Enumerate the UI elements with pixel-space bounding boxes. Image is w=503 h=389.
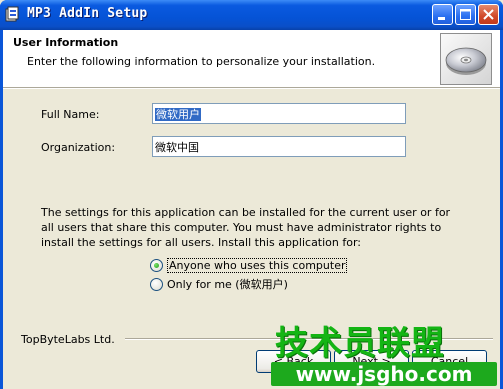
- dialog-body: User Information Enter the following inf…: [3, 30, 500, 389]
- full-name-field[interactable]: 微软用户: [152, 103, 406, 124]
- full-name-label: Full Name:: [41, 108, 100, 121]
- minimize-button[interactable]: [432, 4, 453, 25]
- radio-anyone[interactable]: Anyone who uses this computer: [150, 257, 348, 273]
- radio-only-me-indicator[interactable]: [150, 277, 163, 291]
- maximize-icon: [460, 9, 471, 20]
- window-title: MP3 AddIn Setup: [27, 6, 148, 21]
- close-button[interactable]: [478, 4, 499, 25]
- radio-anyone-label: Anyone who uses this computer: [167, 257, 348, 273]
- header-divider: [3, 88, 500, 89]
- setup-app-icon: [5, 6, 19, 22]
- radio-only-me-label: Only for me (微软用户): [167, 278, 288, 291]
- full-name-value: 微软用户: [155, 108, 201, 121]
- organization-field[interactable]: 微软中国: [152, 136, 406, 157]
- install-scope-description: The settings for this application can be…: [41, 206, 451, 249]
- radio-only-me[interactable]: Only for me (微软用户): [150, 276, 288, 292]
- page-subtitle: Enter the following information to perso…: [27, 55, 376, 68]
- page-title: User Information: [13, 36, 119, 49]
- minimize-icon: [438, 17, 445, 20]
- watermark-url: www.jsgho.com: [271, 362, 497, 386]
- maximize-button[interactable]: [455, 4, 476, 25]
- cd-install-icon: [440, 33, 492, 85]
- radio-anyone-indicator[interactable]: [150, 258, 163, 272]
- setup-window: MP3 AddIn Setup User Information Enter t…: [0, 0, 503, 389]
- watermark-text: 技术员联盟: [275, 323, 445, 362]
- organization-label: Organization:: [41, 141, 116, 154]
- close-icon: [483, 9, 494, 20]
- organization-value: 微软中国: [155, 141, 199, 154]
- publisher-label: TopByteLabs Ltd.: [21, 333, 115, 346]
- wizard-header: User Information Enter the following inf…: [3, 30, 500, 88]
- title-bar[interactable]: MP3 AddIn Setup: [0, 0, 503, 30]
